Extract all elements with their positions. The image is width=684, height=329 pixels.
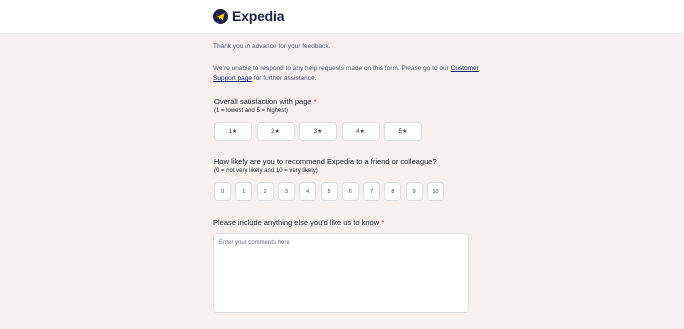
notice-prefix: We’re unable to respond to any help requ… <box>213 65 449 72</box>
satisfaction-label-text: Overall satisfaction with page <box>214 97 312 106</box>
required-marker: * <box>313 97 317 106</box>
expedia-logo[interactable]: Expedia <box>213 8 284 24</box>
comments-label-text: Please include anything else you'd like … <box>213 218 380 227</box>
rating-option[interactable]: 1★ <box>214 122 252 141</box>
support-notice: We’re unable to respond to any help requ… <box>213 64 483 84</box>
recommend-label: How likely are you to recommend Expedia … <box>214 157 437 166</box>
comments-label: Please include anything else you'd like … <box>213 218 384 227</box>
recommend-score-option[interactable]: 5 <box>320 182 338 201</box>
recommend-score-option[interactable]: 9 <box>405 182 423 201</box>
thanks-text: Thank you in advance for your feedback. <box>213 43 331 50</box>
recommend-score-option[interactable]: 8 <box>384 182 402 201</box>
notice-suffix: for further assistance. <box>253 75 317 82</box>
comments-textarea[interactable] <box>213 233 469 313</box>
recommend-score-option[interactable]: 1 <box>235 182 253 201</box>
rating-option[interactable]: 5★ <box>384 122 422 141</box>
recommend-score-option[interactable]: 2 <box>256 182 274 201</box>
recommend-score-option[interactable]: 0 <box>214 182 231 201</box>
required-marker: * <box>381 218 385 227</box>
recommend-score-option[interactable]: 7 <box>363 182 381 201</box>
expedia-plane-icon <box>213 8 228 24</box>
top-bar: Expedia <box>0 0 684 34</box>
rating-option[interactable]: 4★ <box>341 122 380 141</box>
recommend-score-option[interactable]: 3 <box>277 182 295 201</box>
recommend-score-option[interactable]: 10 <box>427 182 444 201</box>
satisfaction-label: Overall satisfaction with page * <box>214 97 317 106</box>
recommend-score-option[interactable]: 6 <box>341 182 359 201</box>
rating-option[interactable]: 2★ <box>256 122 295 141</box>
recommend-hint: (0 = not very likely and 10 = very likel… <box>214 168 318 174</box>
brand-name: Expedia <box>232 8 285 24</box>
rating-option[interactable]: 3★ <box>299 122 337 141</box>
recommend-score-option[interactable]: 4 <box>299 182 317 201</box>
satisfaction-hint: (1 = lowest and 5 = highest) <box>214 108 289 114</box>
